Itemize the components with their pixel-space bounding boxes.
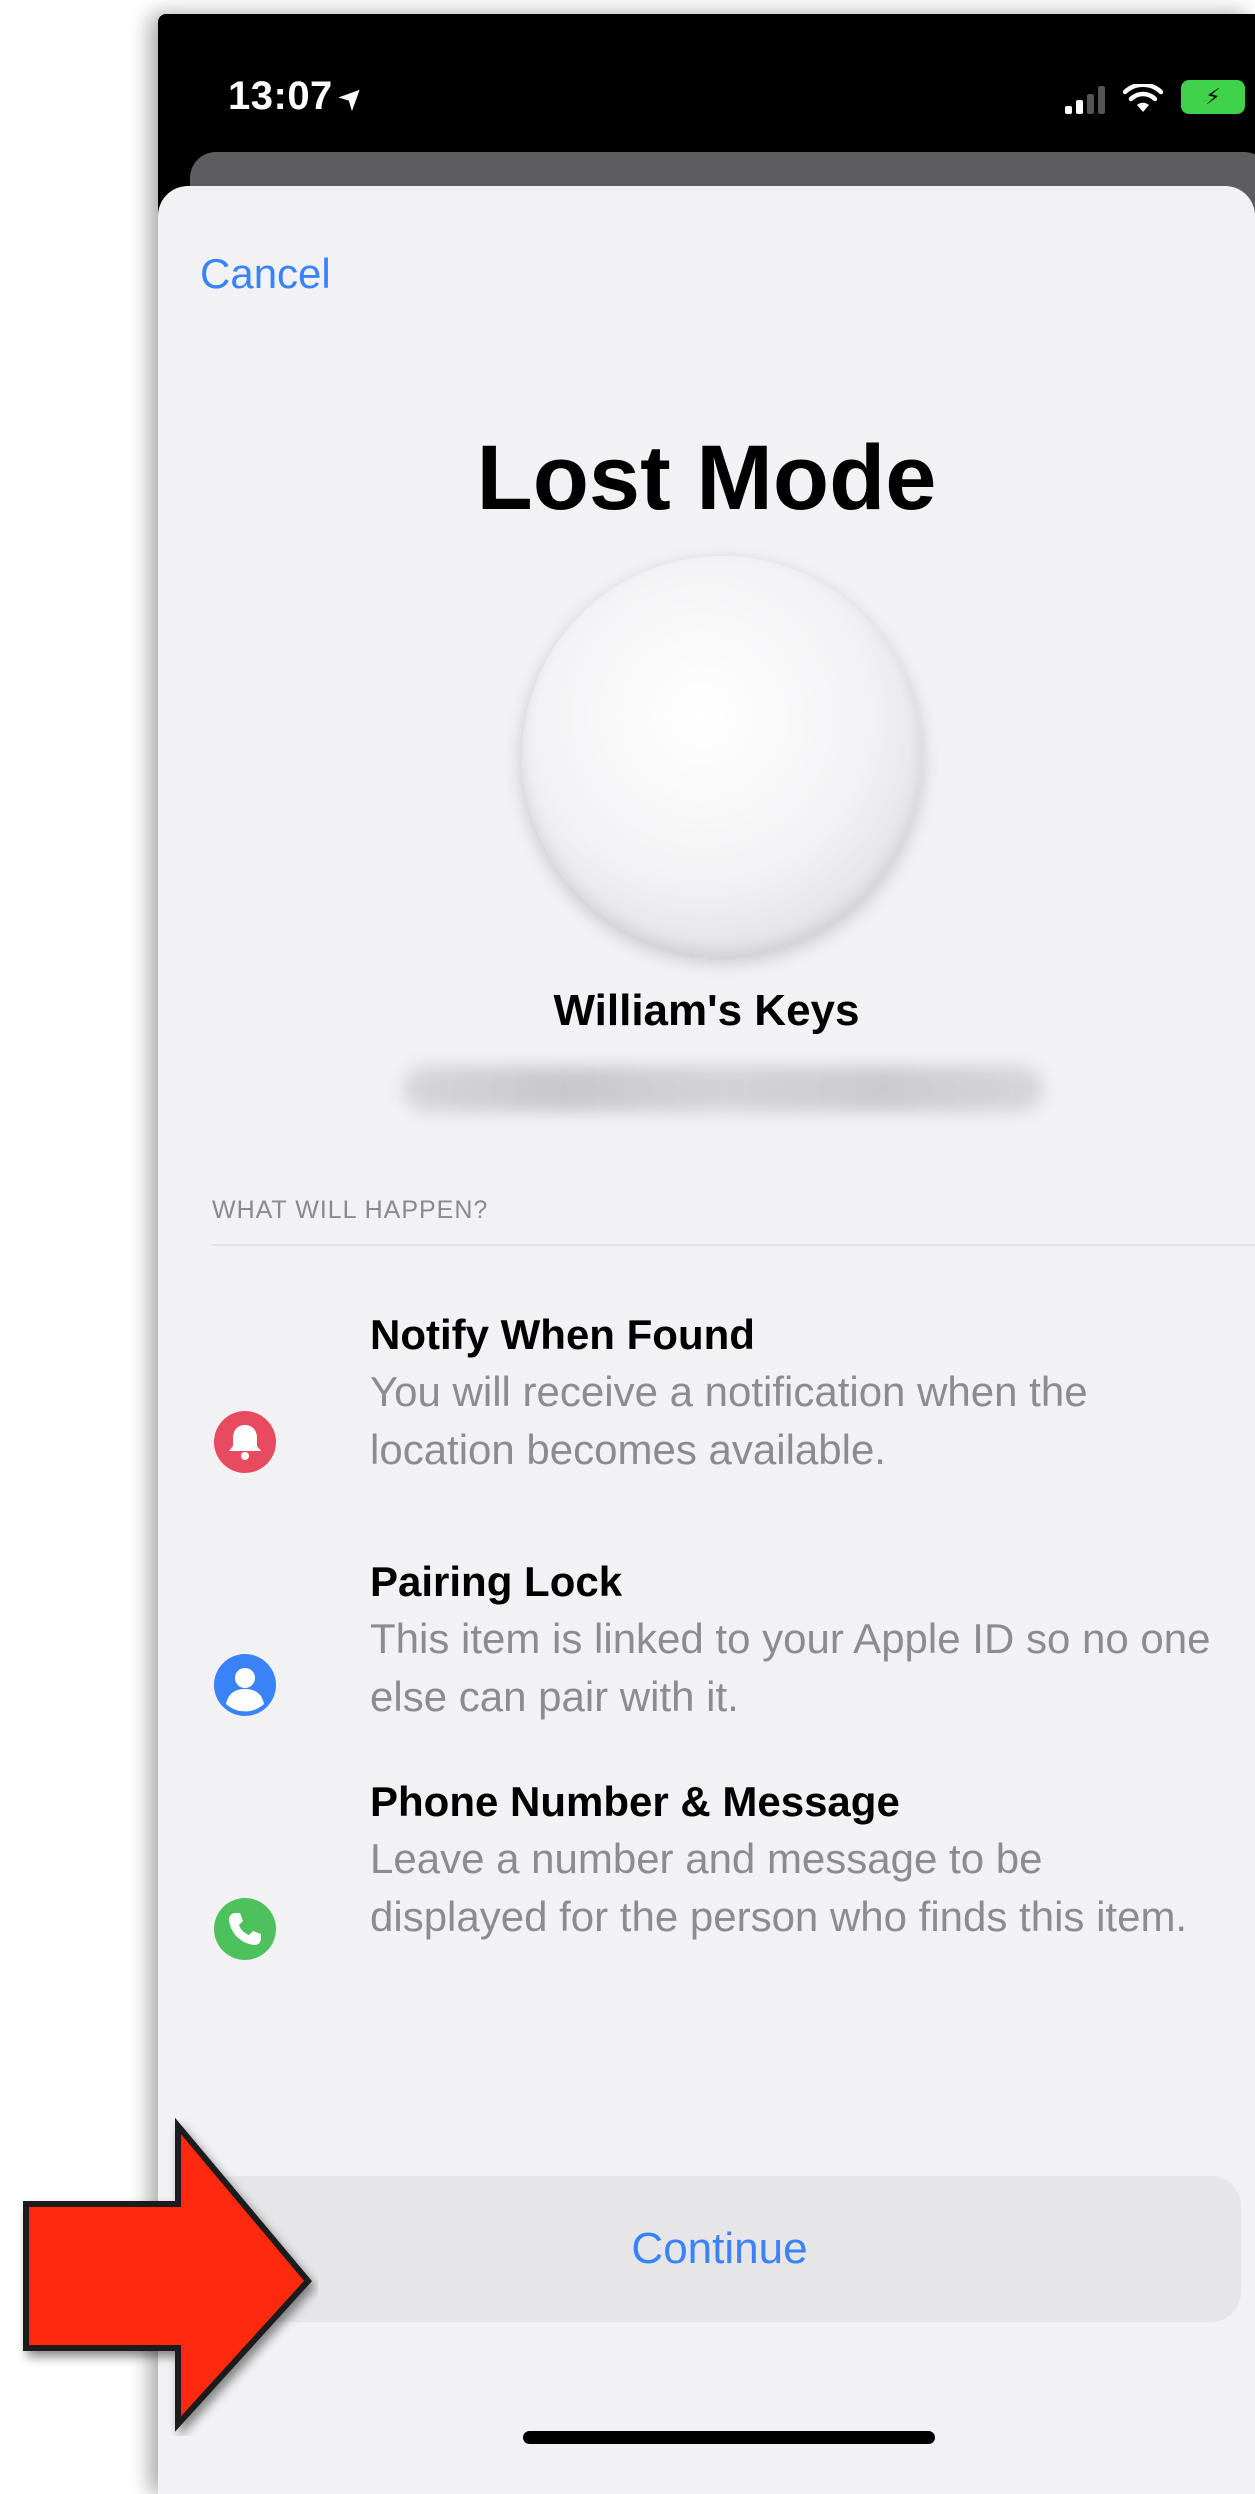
- section-divider: [212, 1244, 1255, 1246]
- feature-description: You will receive a notification when the…: [370, 1368, 1088, 1473]
- location-arrow-icon: ➤: [330, 76, 373, 119]
- feature-description: Leave a number and message to be display…: [370, 1835, 1188, 1940]
- phone-icon: [214, 1898, 276, 1960]
- red-arrow-annotation: [23, 2117, 312, 2432]
- feature-title: Pairing Lock: [370, 1558, 623, 1605]
- home-indicator[interactable]: [523, 2431, 935, 2444]
- page-title: Lost Mode: [476, 427, 937, 529]
- redacted-apple-id: [403, 1066, 1043, 1112]
- feature-title: Phone Number & Message: [370, 1778, 900, 1825]
- airtag-image: [522, 556, 922, 956]
- clock-text: 13:07: [228, 74, 333, 118]
- status-time: 13:07➤: [228, 74, 372, 119]
- lost-mode-sheet: Cancel Lost Mode William's Keys WHAT WIL…: [158, 186, 1255, 2494]
- device-name: William's Keys: [553, 986, 860, 1035]
- person-icon: [214, 1654, 276, 1716]
- continue-button[interactable]: Continue: [198, 2176, 1241, 2322]
- cancel-button[interactable]: Cancel: [200, 250, 331, 298]
- status-icons: ⚡: [1065, 80, 1245, 114]
- status-bar: 13:07➤ ⚡: [158, 14, 1255, 164]
- phone-screen: 13:07➤ ⚡ Cancel Lost Mode William's Keys…: [158, 14, 1255, 2494]
- wifi-icon: [1123, 84, 1163, 112]
- feature-description: This item is linked to your Apple ID so …: [370, 1615, 1211, 1720]
- bell-icon: [214, 1411, 276, 1473]
- section-header: WHAT WILL HAPPEN?: [212, 1196, 489, 1224]
- feature-title: Notify When Found: [370, 1311, 755, 1358]
- cellular-signal-icon: [1065, 86, 1105, 114]
- battery-charging-icon: ⚡: [1181, 80, 1245, 114]
